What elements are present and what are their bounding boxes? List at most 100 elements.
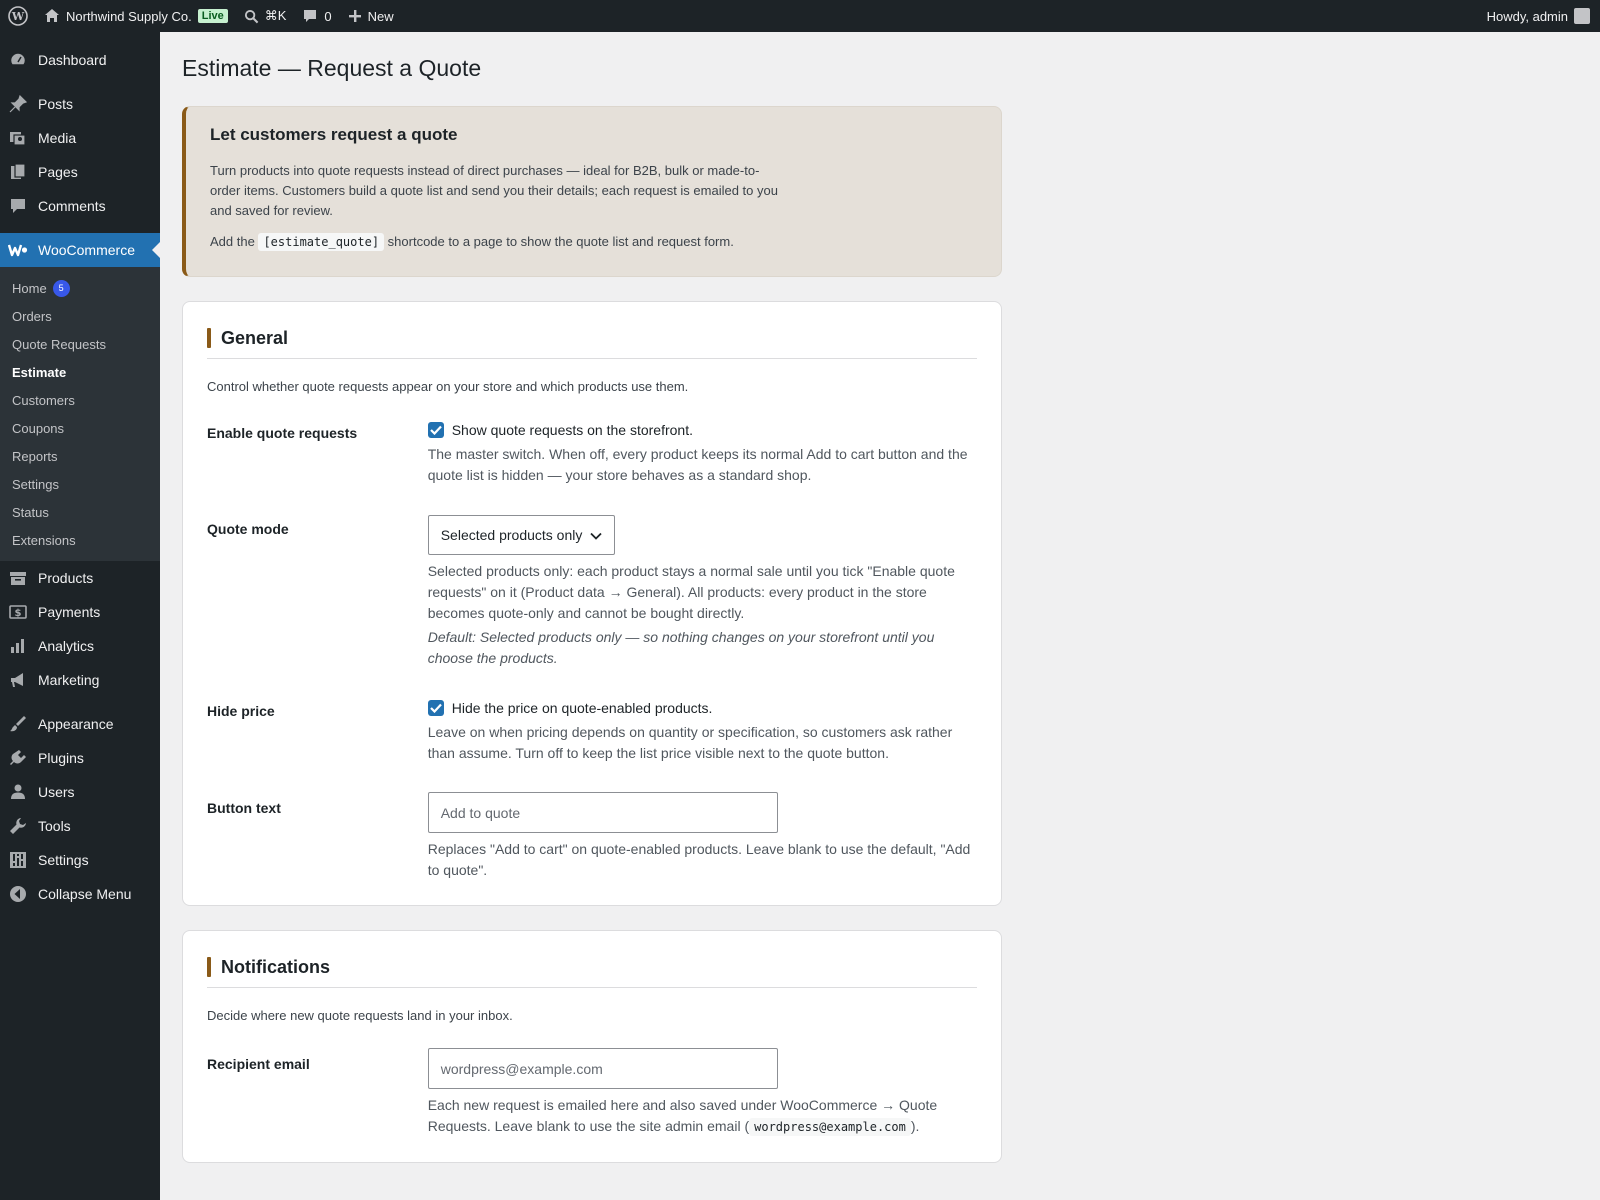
field-help: Replaces "Add to cart" on quote-enabled … xyxy=(427,841,971,878)
wordpress-logo-icon[interactable]: W xyxy=(0,0,36,32)
recipient-email-row: Recipient email wordpress@example.com Ea… xyxy=(207,1048,977,1138)
menu-label: Marketing xyxy=(38,672,100,688)
section-description: Decide where new quote requests land in … xyxy=(207,1008,513,1023)
menu-comments[interactable]: Comments xyxy=(0,189,160,223)
svg-text:W: W xyxy=(11,10,25,23)
submenu-label: Customers xyxy=(12,392,75,408)
menu-media[interactable]: Media xyxy=(0,121,160,155)
button-text-input[interactable]: Add to quote xyxy=(427,792,778,833)
intro-notice: Let customers request a quote Turn produ… xyxy=(182,106,1002,277)
pages-icon xyxy=(8,162,28,182)
archive-icon xyxy=(8,568,28,588)
site-name-link[interactable]: Northwind Supply Co. Live xyxy=(36,0,236,32)
woocommerce-icon xyxy=(8,240,28,260)
analytics-icon xyxy=(8,636,28,656)
section-title: Notifications xyxy=(221,956,331,977)
menu-users[interactable]: Users xyxy=(0,775,160,809)
notice-shortcode-line: Add the [estimate_quote] shortcode to a … xyxy=(210,232,850,252)
menu-analytics[interactable]: Analytics xyxy=(0,629,160,663)
plus-icon xyxy=(348,9,362,23)
svg-text:$: $ xyxy=(15,608,22,619)
submenu-reports[interactable]: Reports xyxy=(0,442,160,470)
submenu-settings[interactable]: Settings xyxy=(0,470,160,498)
menu-appearance[interactable]: Appearance xyxy=(0,707,160,741)
site-name: Northwind Supply Co. xyxy=(66,8,192,24)
menu-tools[interactable]: Tools xyxy=(0,809,160,843)
submenu-label: Reports xyxy=(12,448,58,464)
quote-mode-select[interactable]: Selected products only xyxy=(427,515,616,555)
submenu-label: Settings xyxy=(12,476,59,492)
field-label: Recipient email xyxy=(207,1056,310,1072)
submenu-home[interactable]: Home 5 xyxy=(0,274,160,302)
help-post: ). xyxy=(910,1118,920,1134)
menu-label: Comments xyxy=(38,198,106,214)
hide-price-checkbox[interactable]: Hide the price on quote-enabled products… xyxy=(427,697,977,719)
collapse-menu-button[interactable]: Collapse Menu xyxy=(0,877,160,911)
field-label: Quote mode xyxy=(207,521,289,537)
menu-label: Appearance xyxy=(38,716,114,732)
menu-label: Dashboard xyxy=(38,52,107,68)
field-label: Hide price xyxy=(207,703,275,719)
enable-quote-checkbox[interactable]: Show quote requests on the storefront. xyxy=(427,419,977,441)
notification-badge: 5 xyxy=(52,279,70,297)
field-help: Each new request is emailed here and als… xyxy=(428,1095,977,1138)
menu-plugins[interactable]: Plugins xyxy=(0,741,160,775)
wrench-icon xyxy=(8,816,28,836)
menu-label: Products xyxy=(38,570,94,586)
recipient-email-input[interactable]: wordpress@example.com xyxy=(427,1048,778,1089)
search-icon xyxy=(244,9,259,24)
submenu-coupons[interactable]: Coupons xyxy=(0,414,160,442)
submenu-quote-requests[interactable]: Quote Requests xyxy=(0,330,160,358)
woocommerce-submenu: Home 5 Orders Quote Requests Estimate Cu… xyxy=(0,267,160,561)
submenu-label: Status xyxy=(12,504,49,520)
menu-label: Posts xyxy=(38,96,74,112)
avatar xyxy=(1574,8,1590,24)
menu-dashboard[interactable]: Dashboard xyxy=(0,43,160,77)
collapse-icon xyxy=(8,884,28,904)
section-header: General xyxy=(207,324,977,359)
account-menu[interactable]: Howdy, admin xyxy=(1479,0,1600,32)
menu-pages[interactable]: Pages xyxy=(0,155,160,189)
page-title: Estimate — Request a Quote xyxy=(182,55,482,81)
submenu-label: Quote Requests xyxy=(12,336,106,352)
menu-marketing[interactable]: Marketing xyxy=(0,663,160,697)
live-badge: Live xyxy=(197,9,228,23)
checkbox-label: Show quote requests on the storefront. xyxy=(451,422,693,438)
submenu-estimate[interactable]: Estimate xyxy=(0,358,160,386)
menu-products[interactable]: Products xyxy=(0,561,160,595)
submenu-label: Home xyxy=(12,280,47,296)
menu-payments[interactable]: $ Payments xyxy=(0,595,160,629)
menu-posts[interactable]: Posts xyxy=(0,87,160,121)
submenu-customers[interactable]: Customers xyxy=(0,386,160,414)
quote-mode-row: Quote mode Selected products only Select… xyxy=(207,515,977,669)
new-content-button[interactable]: New xyxy=(340,0,402,32)
submenu-extensions[interactable]: Extensions xyxy=(0,526,160,554)
menu-woocommerce[interactable]: WooCommerce xyxy=(0,233,160,267)
shortcode-code: [estimate_quote] xyxy=(258,233,385,251)
pin-icon xyxy=(8,94,28,114)
menu-settings[interactable]: Settings xyxy=(0,843,160,877)
field-label: Button text xyxy=(207,800,281,816)
menu-label: Pages xyxy=(38,164,78,180)
submenu-orders[interactable]: Orders xyxy=(0,302,160,330)
user-icon xyxy=(8,782,28,802)
menu-label: Payments xyxy=(38,604,101,620)
menu-label: Plugins xyxy=(38,750,84,766)
shortcode-post: shortcode to a page to show the quote li… xyxy=(387,234,734,249)
menu-label: Media xyxy=(38,130,77,146)
menu-label: Tools xyxy=(38,818,71,834)
checkmark-icon xyxy=(427,700,444,716)
general-section: General Control whether quote requests a… xyxy=(182,301,1002,906)
new-label: New xyxy=(367,8,394,24)
menu-label: Collapse Menu xyxy=(38,886,132,902)
payments-icon: $ xyxy=(8,602,28,622)
enable-quote-row: Enable quote requests Show quote request… xyxy=(207,419,977,486)
comments-button[interactable]: 0 xyxy=(294,0,339,32)
field-label: Enable quote requests xyxy=(207,425,358,441)
brush-icon xyxy=(8,714,28,734)
submenu-status[interactable]: Status xyxy=(0,498,160,526)
comment-icon xyxy=(302,8,318,24)
admin-bar: W Northwind Supply Co. Live ⌘K 0 New How… xyxy=(0,0,1600,32)
search-button[interactable]: ⌘K xyxy=(236,0,295,32)
comments-icon xyxy=(8,196,28,216)
